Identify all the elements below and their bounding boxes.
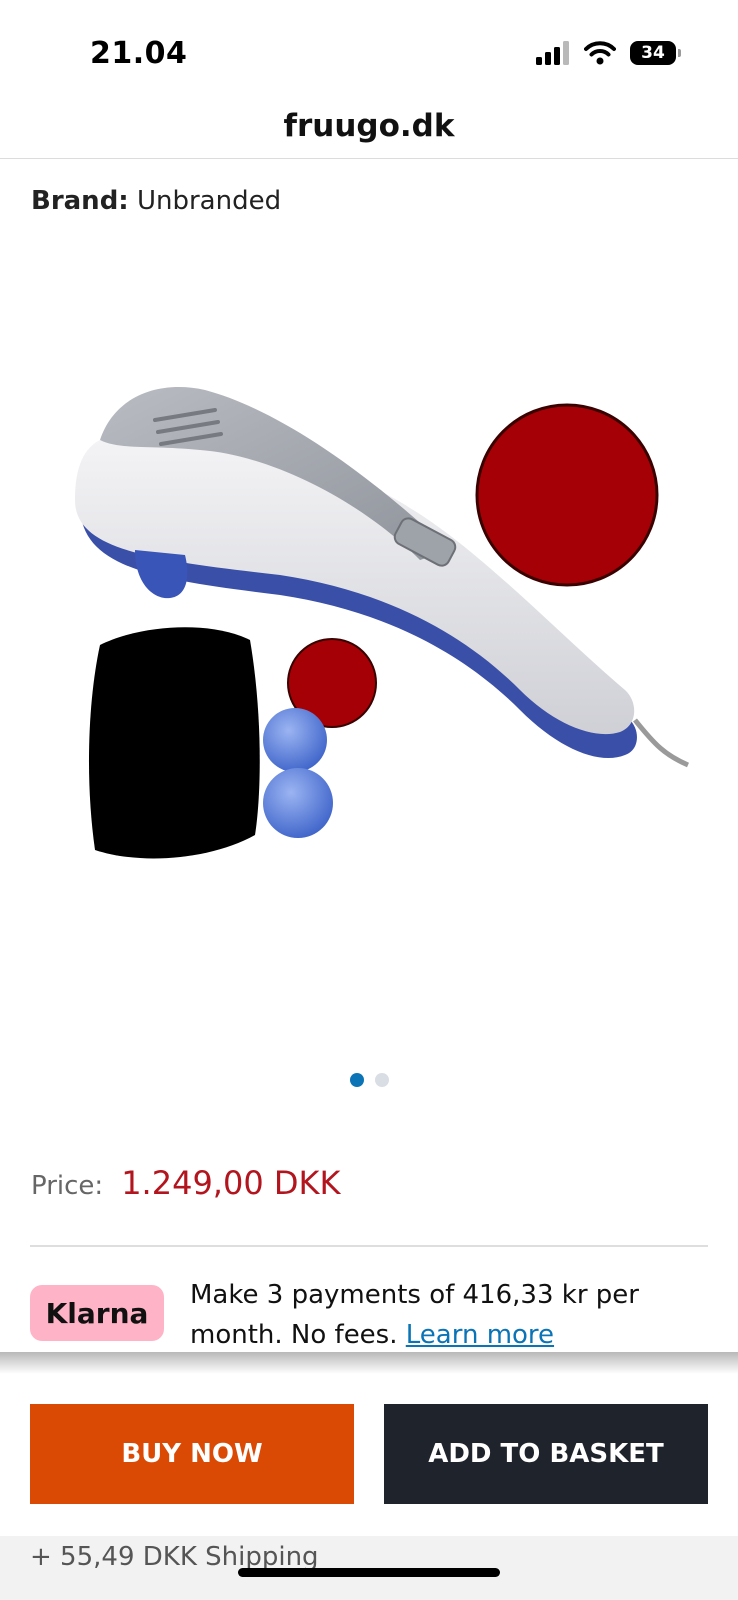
brand-line: Brand: Unbranded <box>31 186 281 216</box>
battery-cap <box>678 49 681 57</box>
price-value: 1.249,00 DKK <box>121 1164 341 1202</box>
home-indicator[interactable] <box>238 1568 500 1577</box>
klarna-logo: Klarna <box>45 1296 149 1330</box>
price-line: Price: 1.249,00 DKK <box>31 1164 340 1202</box>
cellular-signal-icon <box>536 41 569 65</box>
add-to-basket-button[interactable]: ADD TO BASKET <box>384 1404 708 1504</box>
learn-more-link[interactable]: Learn more <box>406 1320 554 1350</box>
url-bar[interactable]: fruugo.dk <box>0 100 738 159</box>
status-bar: 21.04 34 <box>0 0 738 100</box>
price-label: Price: <box>31 1171 104 1201</box>
klarna-message: Make 3 payments of 416,33 kr per month. … <box>190 1275 650 1355</box>
carousel-dot-1[interactable] <box>349 1073 364 1087</box>
status-icons: 34 <box>536 38 681 68</box>
status-time: 21.04 <box>90 36 188 71</box>
klarna-badge: Klarna <box>30 1285 164 1341</box>
battery-icon: 34 <box>630 41 681 65</box>
brand-label: Brand: <box>31 186 129 216</box>
wifi-icon <box>584 41 616 65</box>
battery-level: 34 <box>641 43 665 63</box>
product-image[interactable] <box>40 250 690 895</box>
carousel-dots[interactable] <box>0 1073 738 1089</box>
carousel-dot-2[interactable] <box>374 1073 389 1087</box>
bottom-bar-shadow <box>0 1352 738 1374</box>
bottom-action-bar: BUY NOW ADD TO BASKET + 55,49 DKK Shippi… <box>0 1374 738 1600</box>
buy-now-button[interactable]: BUY NOW <box>30 1404 354 1504</box>
divider <box>30 1245 708 1247</box>
brand-value: Unbranded <box>136 186 282 216</box>
url-text[interactable]: fruugo.dk <box>284 108 455 144</box>
